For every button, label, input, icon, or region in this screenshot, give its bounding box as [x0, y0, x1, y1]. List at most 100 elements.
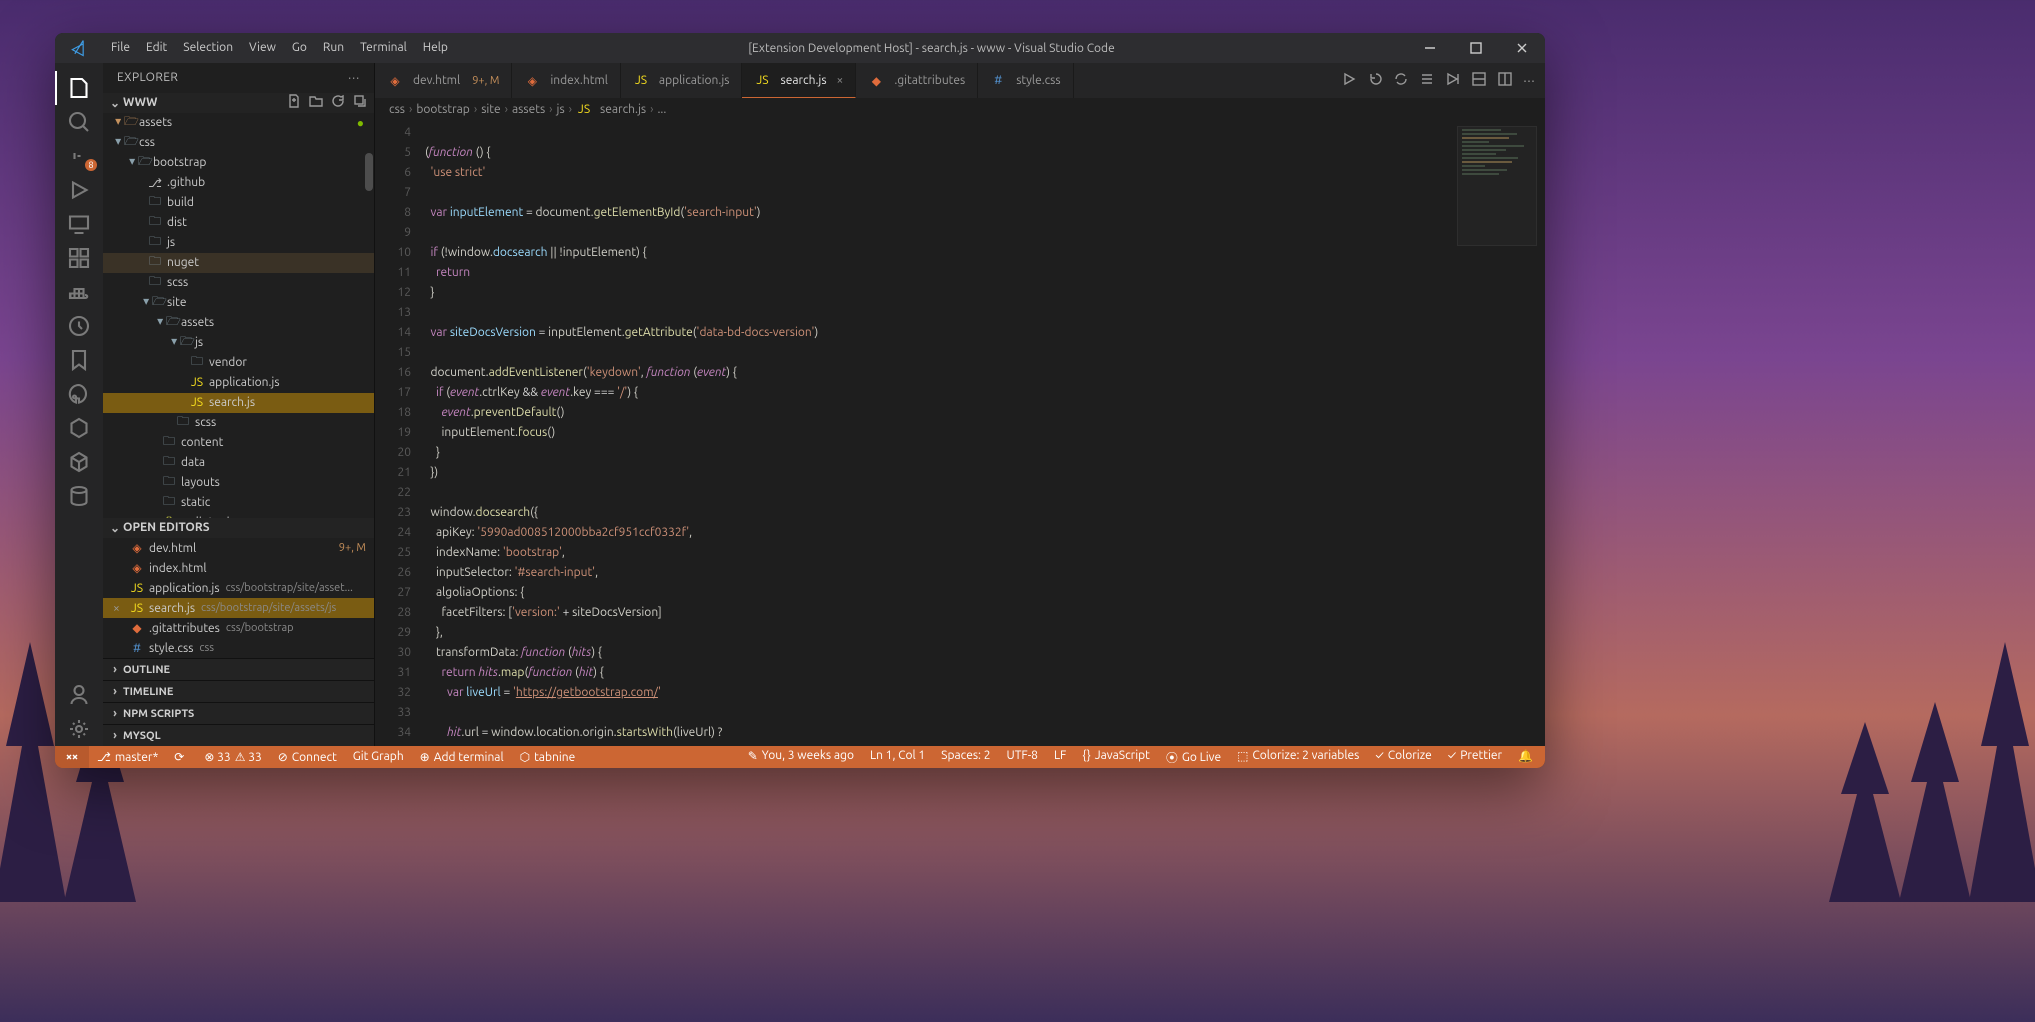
- open-editor-index-html[interactable]: ◈index.html: [103, 558, 374, 578]
- tab-application-js[interactable]: JSapplication.js: [621, 63, 743, 98]
- search-icon[interactable]: [55, 105, 103, 139]
- run-debug-icon[interactable]: [55, 173, 103, 207]
- tab-index-html[interactable]: ◈index.html: [512, 63, 621, 98]
- new-file-icon[interactable]: [286, 93, 302, 112]
- bookmark-icon[interactable]: [55, 343, 103, 377]
- loop-icon[interactable]: [1393, 71, 1409, 90]
- docker-icon[interactable]: [55, 275, 103, 309]
- tree-assets[interactable]: ▾ 🗁assets: [103, 313, 374, 333]
- explorer-icon[interactable]: [55, 71, 103, 105]
- run-icon[interactable]: [1341, 71, 1357, 90]
- section-outline[interactable]: ›OUTLINE: [103, 658, 374, 680]
- split-right-icon[interactable]: [1497, 71, 1513, 90]
- run-at-icon[interactable]: [1445, 71, 1461, 90]
- section-timeline[interactable]: ›TIMELINE: [103, 680, 374, 702]
- new-folder-icon[interactable]: [308, 93, 324, 112]
- account-icon[interactable]: [55, 678, 103, 712]
- collapse-all-icon[interactable]: [352, 93, 368, 112]
- status-bell[interactable]: 🔔: [1510, 749, 1545, 763]
- settings-icon[interactable]: [55, 712, 103, 746]
- tree-assets[interactable]: ▾ 🗁assets●: [103, 113, 374, 133]
- step-back-icon[interactable]: [1367, 71, 1383, 90]
- code-editor[interactable]: 4567891011121314151617181920212223242526…: [375, 120, 1545, 746]
- open-editor-application-js[interactable]: JSapplication.jscss/bootstrap/site/asset…: [103, 578, 374, 598]
- status-lang[interactable]: {}JavaScript: [1074, 749, 1158, 762]
- menu-terminal[interactable]: Terminal: [352, 33, 415, 63]
- open-editor-search-js[interactable]: ×JSsearch.jscss/bootstrap/site/assets/js: [103, 598, 374, 618]
- test-icon[interactable]: [55, 309, 103, 343]
- database-icon[interactable]: [55, 479, 103, 513]
- status-blame[interactable]: ✎You, 3 weeks ago: [740, 749, 862, 763]
- extensions-icon[interactable]: [55, 241, 103, 275]
- status-prettier[interactable]: ✓Prettier: [1440, 749, 1510, 762]
- compare-icon[interactable]: [1419, 71, 1435, 90]
- close-editor-icon[interactable]: ×: [113, 602, 129, 615]
- open-editor-style-css[interactable]: #style.csscss: [103, 638, 374, 658]
- tree-scss[interactable]: 🗀scss: [103, 413, 374, 433]
- breadcrumb-assets[interactable]: assets: [512, 103, 545, 116]
- tab--gitattributes[interactable]: ◆.gitattributes: [856, 63, 978, 98]
- breadcrumb-site[interactable]: site: [481, 103, 500, 116]
- maximize-button[interactable]: [1453, 33, 1499, 63]
- split-down-icon[interactable]: [1471, 71, 1487, 90]
- tree-static[interactable]: 🗀static: [103, 493, 374, 513]
- status-problems[interactable]: ⊗ 33⚠ 33: [196, 750, 269, 764]
- status-branch[interactable]: ⎇master*: [89, 750, 166, 764]
- tree-nuget[interactable]: 🗀nuget: [103, 253, 374, 273]
- tab-search-js[interactable]: JSsearch.js×: [742, 63, 856, 98]
- menu-edit[interactable]: Edit: [138, 33, 175, 63]
- tab-style-css[interactable]: #style.css: [978, 63, 1073, 98]
- status-addterm[interactable]: ⊕Add terminal: [412, 750, 512, 764]
- tree--github[interactable]: ⎇.github: [103, 173, 374, 193]
- open-editor-dev-html[interactable]: ◈dev.html9+, M: [103, 538, 374, 558]
- menu-go[interactable]: Go: [284, 33, 315, 63]
- minimize-button[interactable]: [1407, 33, 1453, 63]
- status-spaces[interactable]: Spaces: 2: [933, 749, 998, 762]
- remote-explorer-icon[interactable]: [55, 207, 103, 241]
- menu-view[interactable]: View: [241, 33, 284, 63]
- tree-vendor[interactable]: 🗀vendor: [103, 353, 374, 373]
- tree-css[interactable]: ▾ 🗁css: [103, 133, 374, 153]
- open-editor--gitattributes[interactable]: ◆.gitattributescss/bootstrap: [103, 618, 374, 638]
- breadcrumb-css[interactable]: css: [389, 103, 405, 116]
- tree-js[interactable]: ▾ 🗁js: [103, 333, 374, 353]
- tree-application-js[interactable]: JSapplication.js: [103, 373, 374, 393]
- refresh-icon[interactable]: [330, 93, 346, 112]
- github-icon[interactable]: [55, 377, 103, 411]
- source-control-icon[interactable]: 8: [55, 139, 103, 173]
- status-cursor[interactable]: Ln 1, Col 1: [862, 749, 933, 762]
- status-eol[interactable]: LF: [1046, 749, 1074, 762]
- tree-scss[interactable]: 🗀scss: [103, 273, 374, 293]
- tree--eslintrc-json[interactable]: {}.eslintrc.json: [103, 513, 374, 518]
- status-colorize[interactable]: ⬚Colorize: 2 variables: [1229, 749, 1367, 763]
- status-tabnine[interactable]: ⬡tabnine: [512, 750, 584, 764]
- tree-build[interactable]: 🗀build: [103, 193, 374, 213]
- minimap[interactable]: [1457, 126, 1537, 246]
- tree-js[interactable]: 🗀js: [103, 233, 374, 253]
- menu-file[interactable]: File: [103, 33, 138, 63]
- section-npm-scripts[interactable]: ›NPM SCRIPTS: [103, 702, 374, 724]
- status-connect[interactable]: ⊘Connect: [270, 750, 345, 764]
- breadcrumb--[interactable]: ...: [657, 103, 666, 116]
- tree-layouts[interactable]: 🗀layouts: [103, 473, 374, 493]
- tree-site[interactable]: ▾ 🗁site: [103, 293, 374, 313]
- status-sync[interactable]: ⟳: [166, 750, 196, 764]
- close-tab-icon[interactable]: ×: [837, 74, 844, 87]
- tab-dev-html[interactable]: ◈dev.html9+, M: [375, 63, 512, 98]
- workspace-section-header[interactable]: ⌄WWW: [103, 93, 374, 113]
- menu-run[interactable]: Run: [315, 33, 352, 63]
- breadcrumb[interactable]: css›bootstrap›site›assets›js›JSsearch.js…: [375, 98, 1545, 120]
- breadcrumb-js[interactable]: js: [557, 103, 565, 116]
- menu-selection[interactable]: Selection: [175, 33, 241, 63]
- section-mysql[interactable]: ›MYSQL: [103, 724, 374, 746]
- close-button[interactable]: [1499, 33, 1545, 63]
- breadcrumb-bootstrap[interactable]: bootstrap: [416, 103, 469, 116]
- tree-bootstrap[interactable]: ▾ 🗁bootstrap: [103, 153, 374, 173]
- explorer-more-icon[interactable]: ⋯: [348, 71, 360, 85]
- status-golive[interactable]: ⦿Go Live: [1158, 749, 1229, 766]
- tree-data[interactable]: 🗀data: [103, 453, 374, 473]
- status-gitgraph[interactable]: Git Graph: [345, 750, 412, 763]
- menu-help[interactable]: Help: [415, 33, 456, 63]
- status-colorize2[interactable]: ✓Colorize: [1367, 749, 1439, 762]
- tree-content[interactable]: 🗀content: [103, 433, 374, 453]
